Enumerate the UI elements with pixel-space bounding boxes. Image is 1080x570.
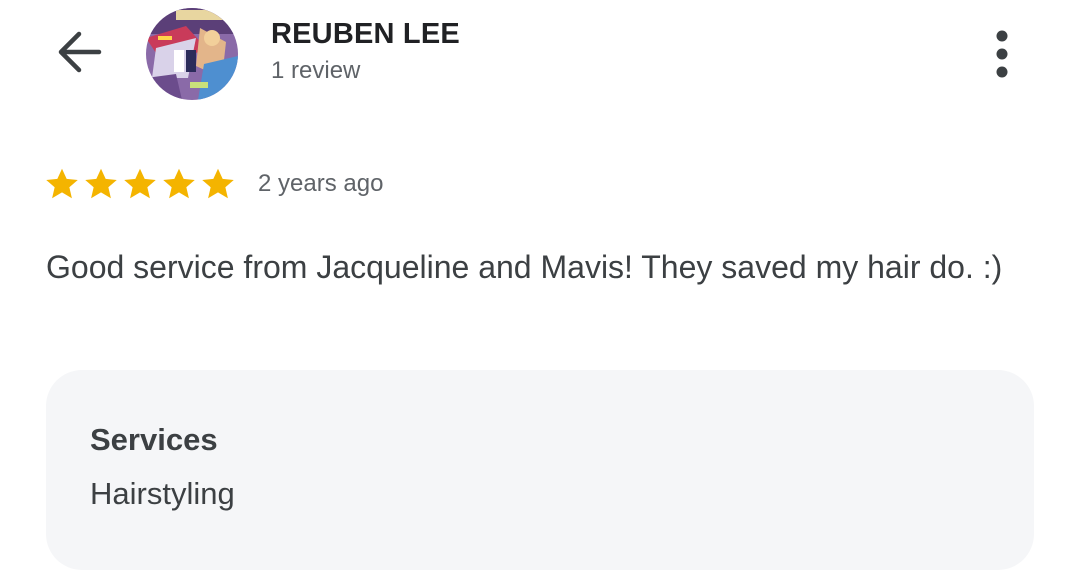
star-icon (163, 168, 195, 199)
rating-row: 2 years ago (44, 166, 383, 202)
services-card: Services Hairstyling (46, 370, 1034, 570)
reviewer-name[interactable]: REUBEN LEE (271, 18, 460, 51)
review-count: 1 review (271, 57, 361, 84)
star-icon (202, 168, 234, 199)
review-text: Good service from Jacqueline and Mavis! … (46, 249, 1003, 285)
avatar[interactable] (146, 8, 238, 100)
star-rating (44, 166, 236, 202)
avatar-image (146, 8, 238, 100)
review-time: 2 years ago (258, 170, 384, 197)
more-options-button[interactable] (978, 24, 1026, 84)
star-icon (124, 168, 156, 199)
more-vertical-icon (996, 30, 1008, 78)
star-icon (85, 168, 117, 199)
services-heading: Services (90, 422, 218, 457)
arrow-back-icon (58, 31, 102, 73)
back-button[interactable] (50, 26, 108, 78)
services-value: Hairstyling (90, 476, 235, 511)
star-icon (46, 168, 78, 199)
